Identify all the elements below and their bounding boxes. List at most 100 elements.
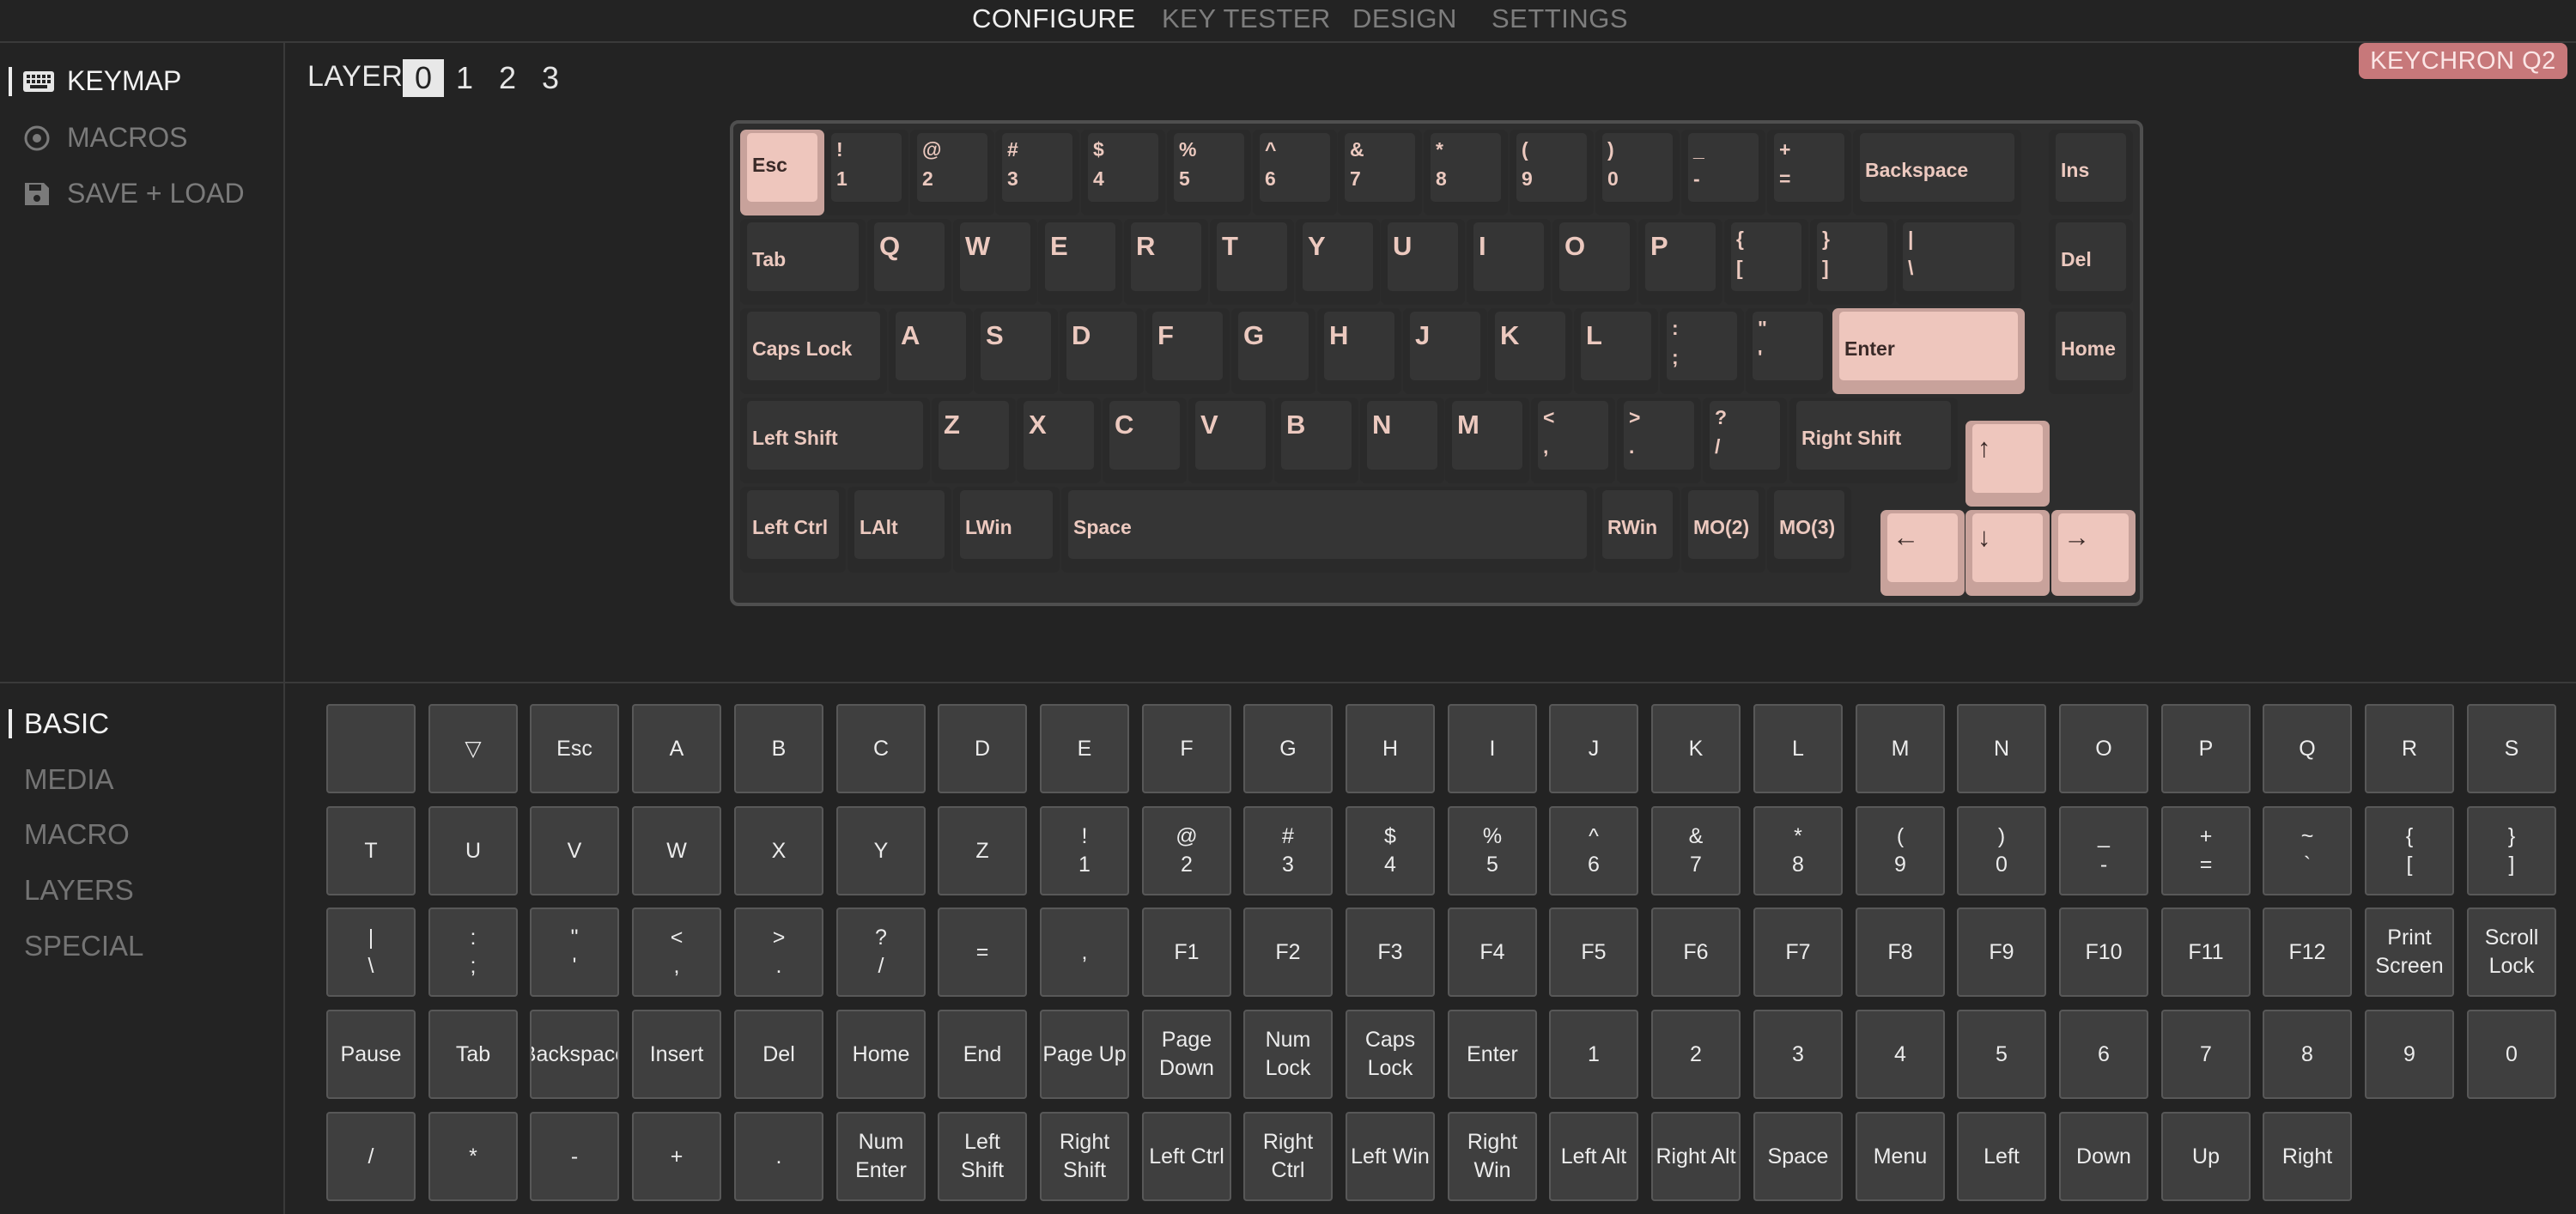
picker-key-c[interactable]: C bbox=[836, 704, 926, 793]
picker-key-9[interactable]: ( 9 bbox=[1856, 806, 1945, 895]
key-mo3[interactable]: MO(3) bbox=[1767, 487, 1851, 573]
key-0[interactable]: ) 0 bbox=[1595, 130, 1680, 215]
key-leftshift[interactable]: Left Shift bbox=[740, 398, 930, 483]
picker-key-r[interactable]: R bbox=[2365, 704, 2454, 793]
key-r2k10[interactable]: :; bbox=[1660, 308, 1744, 394]
picker-key-right-win[interactable]: Right Win bbox=[1448, 1112, 1537, 1201]
picker-key-2[interactable]: 2 bbox=[1651, 1010, 1741, 1099]
key-e[interactable]: E bbox=[1038, 219, 1122, 305]
picker-key-k[interactable]: K bbox=[1651, 704, 1741, 793]
key-ins[interactable]: Ins bbox=[2049, 130, 2133, 215]
picker-key-right[interactable]: Right bbox=[2263, 1112, 2352, 1201]
key-y[interactable]: Y bbox=[1296, 219, 1380, 305]
key-r3k12[interactable]: ↑ bbox=[1965, 421, 2050, 507]
picker-key-r2c6[interactable]: = bbox=[938, 907, 1027, 997]
picker-key-enter[interactable]: Enter bbox=[1448, 1010, 1537, 1099]
picker-key-8[interactable]: * 8 bbox=[1753, 806, 1843, 895]
picker-key-x[interactable]: X bbox=[734, 806, 823, 895]
picker-key-r2c5[interactable]: ? / bbox=[836, 907, 926, 997]
picker-key-i[interactable]: I bbox=[1448, 704, 1537, 793]
key-h[interactable]: H bbox=[1317, 308, 1401, 394]
key-5[interactable]: % 5 bbox=[1167, 130, 1251, 215]
picker-key-right-shift[interactable]: Right Shift bbox=[1040, 1112, 1129, 1201]
category-special[interactable]: SPECIAL bbox=[24, 930, 143, 962]
picker-key-z[interactable]: Z bbox=[938, 806, 1027, 895]
picker-key-f1[interactable]: F1 bbox=[1142, 907, 1231, 997]
key-b[interactable]: B bbox=[1274, 398, 1358, 483]
key-leftctrl[interactable]: Left Ctrl bbox=[740, 487, 846, 573]
picker-key-d[interactable]: D bbox=[938, 704, 1027, 793]
picker-key-r4c0[interactable]: / bbox=[326, 1112, 416, 1201]
picker-key-3[interactable]: # 3 bbox=[1243, 806, 1333, 895]
picker-key-f5[interactable]: F5 bbox=[1549, 907, 1638, 997]
picker-key-up[interactable]: Up bbox=[2161, 1112, 2251, 1201]
picker-key-right-alt[interactable]: Right Alt bbox=[1651, 1112, 1741, 1201]
picker-key-f11[interactable]: F11 bbox=[2161, 907, 2251, 997]
tab-settings[interactable]: SETTINGS bbox=[1492, 3, 1628, 34]
picker-key-r4c1[interactable]: * bbox=[428, 1112, 518, 1201]
key-r4k9[interactable]: → bbox=[2051, 510, 2136, 596]
picker-key-r1c17[interactable]: _ - bbox=[2059, 806, 2148, 895]
picker-key-right-ctrl[interactable]: Right Ctrl bbox=[1243, 1112, 1333, 1201]
key-c[interactable]: C bbox=[1103, 398, 1187, 483]
picker-key-n[interactable]: N bbox=[1957, 704, 2046, 793]
picker-key-f10[interactable]: F10 bbox=[2059, 907, 2148, 997]
picker-key-f9[interactable]: F9 bbox=[1957, 907, 2046, 997]
picker-key-caps-lock[interactable]: Caps Lock bbox=[1346, 1010, 1435, 1099]
key-s[interactable]: S bbox=[974, 308, 1058, 394]
picker-key-7[interactable]: & 7 bbox=[1651, 806, 1741, 895]
picker-key-0[interactable]: 0 bbox=[2467, 1010, 2556, 1099]
picker-key-f[interactable]: F bbox=[1142, 704, 1231, 793]
picker-key-left-alt[interactable]: Left Alt bbox=[1549, 1112, 1638, 1201]
key-r3k8[interactable]: <, bbox=[1531, 398, 1615, 483]
picker-key-t[interactable]: T bbox=[326, 806, 416, 895]
picker-key-left-shift[interactable]: Left Shift bbox=[938, 1112, 1027, 1201]
picker-key-esc[interactable]: Esc bbox=[530, 704, 619, 793]
key-k[interactable]: K bbox=[1488, 308, 1572, 394]
picker-key-a[interactable]: A bbox=[632, 704, 721, 793]
key-t[interactable]: T bbox=[1210, 219, 1294, 305]
picker-key-4[interactable]: $ 4 bbox=[1346, 806, 1435, 895]
key-q[interactable]: Q bbox=[867, 219, 951, 305]
key-lwin[interactable]: LWin bbox=[953, 487, 1060, 573]
picker-key-2[interactable]: @ 2 bbox=[1142, 806, 1231, 895]
picker-key-1[interactable]: ! 1 bbox=[1040, 806, 1129, 895]
picker-key-e[interactable]: E bbox=[1040, 704, 1129, 793]
picker-key-v[interactable]: V bbox=[530, 806, 619, 895]
picker-key-u[interactable]: U bbox=[428, 806, 518, 895]
picker-key-p[interactable]: P bbox=[2161, 704, 2251, 793]
key-r1k11[interactable]: {[ bbox=[1724, 219, 1808, 305]
picker-key-tab[interactable]: Tab bbox=[428, 1010, 518, 1099]
picker-key-left[interactable]: Left bbox=[1957, 1112, 2046, 1201]
picker-key-9[interactable]: 9 bbox=[2365, 1010, 2454, 1099]
key-r4k8[interactable]: ↓ bbox=[1965, 510, 2050, 596]
key-f[interactable]: F bbox=[1145, 308, 1230, 394]
key-u[interactable]: U bbox=[1381, 219, 1465, 305]
picker-key-8[interactable]: 8 bbox=[2263, 1010, 2352, 1099]
category-layers[interactable]: LAYERS bbox=[24, 874, 134, 907]
picker-key-5[interactable]: 5 bbox=[1957, 1010, 2046, 1099]
picker-key-f3[interactable]: F3 bbox=[1346, 907, 1435, 997]
key-l[interactable]: L bbox=[1574, 308, 1658, 394]
tab-design[interactable]: DESIGN bbox=[1352, 3, 1457, 34]
picker-key-o[interactable]: O bbox=[2059, 704, 2148, 793]
picker-key-r2c1[interactable]: : ; bbox=[428, 907, 518, 997]
tab-key-tester[interactable]: KEY TESTER bbox=[1162, 3, 1331, 34]
key-a[interactable]: A bbox=[889, 308, 973, 394]
key-3[interactable]: #3 bbox=[995, 130, 1079, 215]
picker-key-h[interactable]: H bbox=[1346, 704, 1435, 793]
picker-key-6[interactable]: ^ 6 bbox=[1549, 806, 1638, 895]
key-x[interactable]: X bbox=[1017, 398, 1101, 483]
key-del[interactable]: Del bbox=[2049, 219, 2133, 305]
picker-key-f8[interactable]: F8 bbox=[1856, 907, 1945, 997]
picker-key-num-enter[interactable]: Num Enter bbox=[836, 1112, 926, 1201]
category-basic[interactable]: BASIC bbox=[24, 707, 109, 740]
picker-key-r1c20[interactable]: { [ bbox=[2365, 806, 2454, 895]
picker-key-r2c3[interactable]: < , bbox=[632, 907, 721, 997]
key-backspace[interactable]: Backspace bbox=[1853, 130, 2021, 215]
key-mo2[interactable]: MO(2) bbox=[1681, 487, 1765, 573]
key-space[interactable]: Space bbox=[1061, 487, 1594, 573]
picker-key-l[interactable]: L bbox=[1753, 704, 1843, 793]
picker-key-f2[interactable]: F2 bbox=[1243, 907, 1333, 997]
key-g[interactable]: G bbox=[1231, 308, 1315, 394]
